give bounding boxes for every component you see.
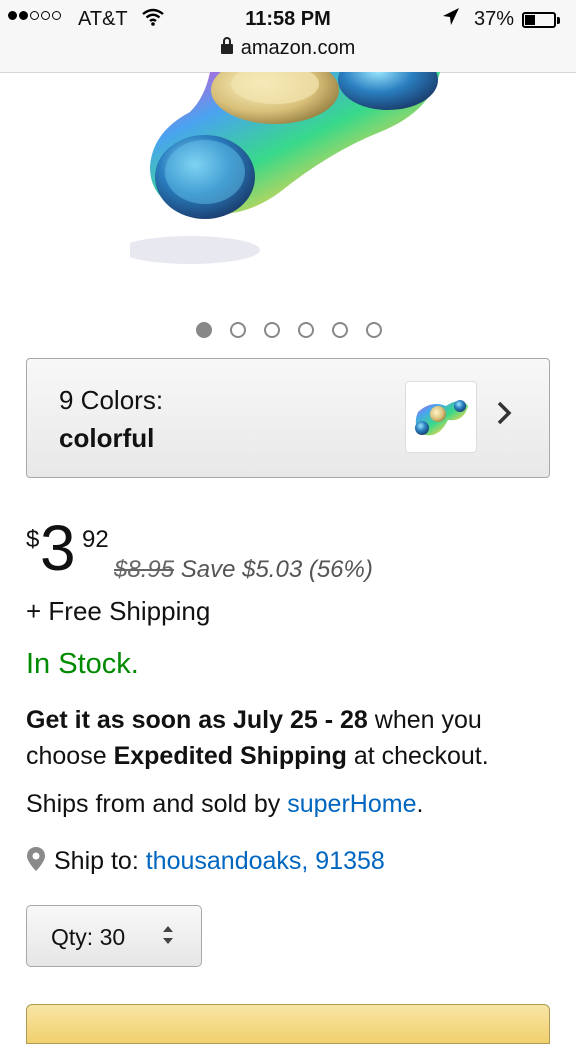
url-text: amazon.com: [240, 37, 356, 59]
list-price-savings: $8.95 Save $5.03 (56%): [114, 556, 373, 584]
address-bar[interactable]: amazon.com: [0, 37, 576, 60]
browser-status-bar: AT&T 11:58 PM 37% amazon.com: [0, 0, 576, 73]
seller-prefix: Ships from and sold by: [26, 790, 288, 818]
delivery-estimate: Get it as soon as July 25 - 28 when you …: [26, 702, 546, 774]
quantity-select[interactable]: Qty: 30: [26, 905, 202, 967]
location-arrow-icon: [442, 7, 460, 33]
free-shipping-text: + Free Shipping: [26, 596, 211, 626]
battery-nub: [557, 17, 560, 24]
carousel-dot[interactable]: [332, 322, 348, 338]
ship-to-label: Ship to:: [54, 847, 139, 875]
carousel-dot[interactable]: [230, 322, 246, 338]
seller-info: Ships from and sold by superHome.: [26, 790, 423, 819]
ship-to[interactable]: Ship to: thousandoaks, 91358: [26, 846, 385, 876]
shipping-method: Expedited Shipping: [113, 742, 347, 770]
carousel-dot[interactable]: [264, 322, 280, 338]
add-to-cart-button[interactable]: [26, 1004, 550, 1044]
seller-link[interactable]: superHome: [287, 790, 416, 818]
stock-status: In Stock.: [26, 648, 139, 680]
price-fraction: 92: [82, 526, 109, 553]
quantity-label: Qty:: [51, 924, 94, 950]
battery-percent: 37%: [474, 8, 515, 30]
delivery-date: Get it as soon as July 25 - 28: [26, 706, 368, 734]
quantity-value: 30: [99, 924, 126, 950]
ship-to-location-link[interactable]: thousandoaks, 91358: [146, 847, 385, 875]
delivery-text-2: at checkout.: [346, 742, 489, 770]
variant-thumbnail: [405, 381, 477, 453]
variant-value: colorful: [59, 423, 155, 453]
carousel-dot[interactable]: [196, 322, 212, 338]
carousel-dot[interactable]: [298, 322, 314, 338]
price-currency: $: [26, 526, 40, 553]
image-carousel-dots[interactable]: [196, 322, 382, 338]
color-variant-selector[interactable]: 9 Colors: colorful: [26, 358, 550, 478]
variant-label: 9 Colors:: [59, 385, 164, 415]
seller-suffix: .: [416, 790, 424, 818]
select-arrows-icon: [161, 922, 175, 950]
price-whole: 3: [40, 512, 76, 584]
carousel-dot[interactable]: [366, 322, 382, 338]
product-image[interactable]: [130, 72, 470, 282]
chevron-right-icon: [495, 399, 513, 435]
quantity-label-value: Qty: 30: [51, 924, 125, 951]
location-pin-icon: [26, 846, 46, 872]
savings-text: Save $5.03 (56%): [180, 556, 373, 583]
list-price: $8.95: [114, 556, 175, 583]
battery-icon: [522, 12, 556, 28]
lock-icon: [220, 37, 233, 54]
